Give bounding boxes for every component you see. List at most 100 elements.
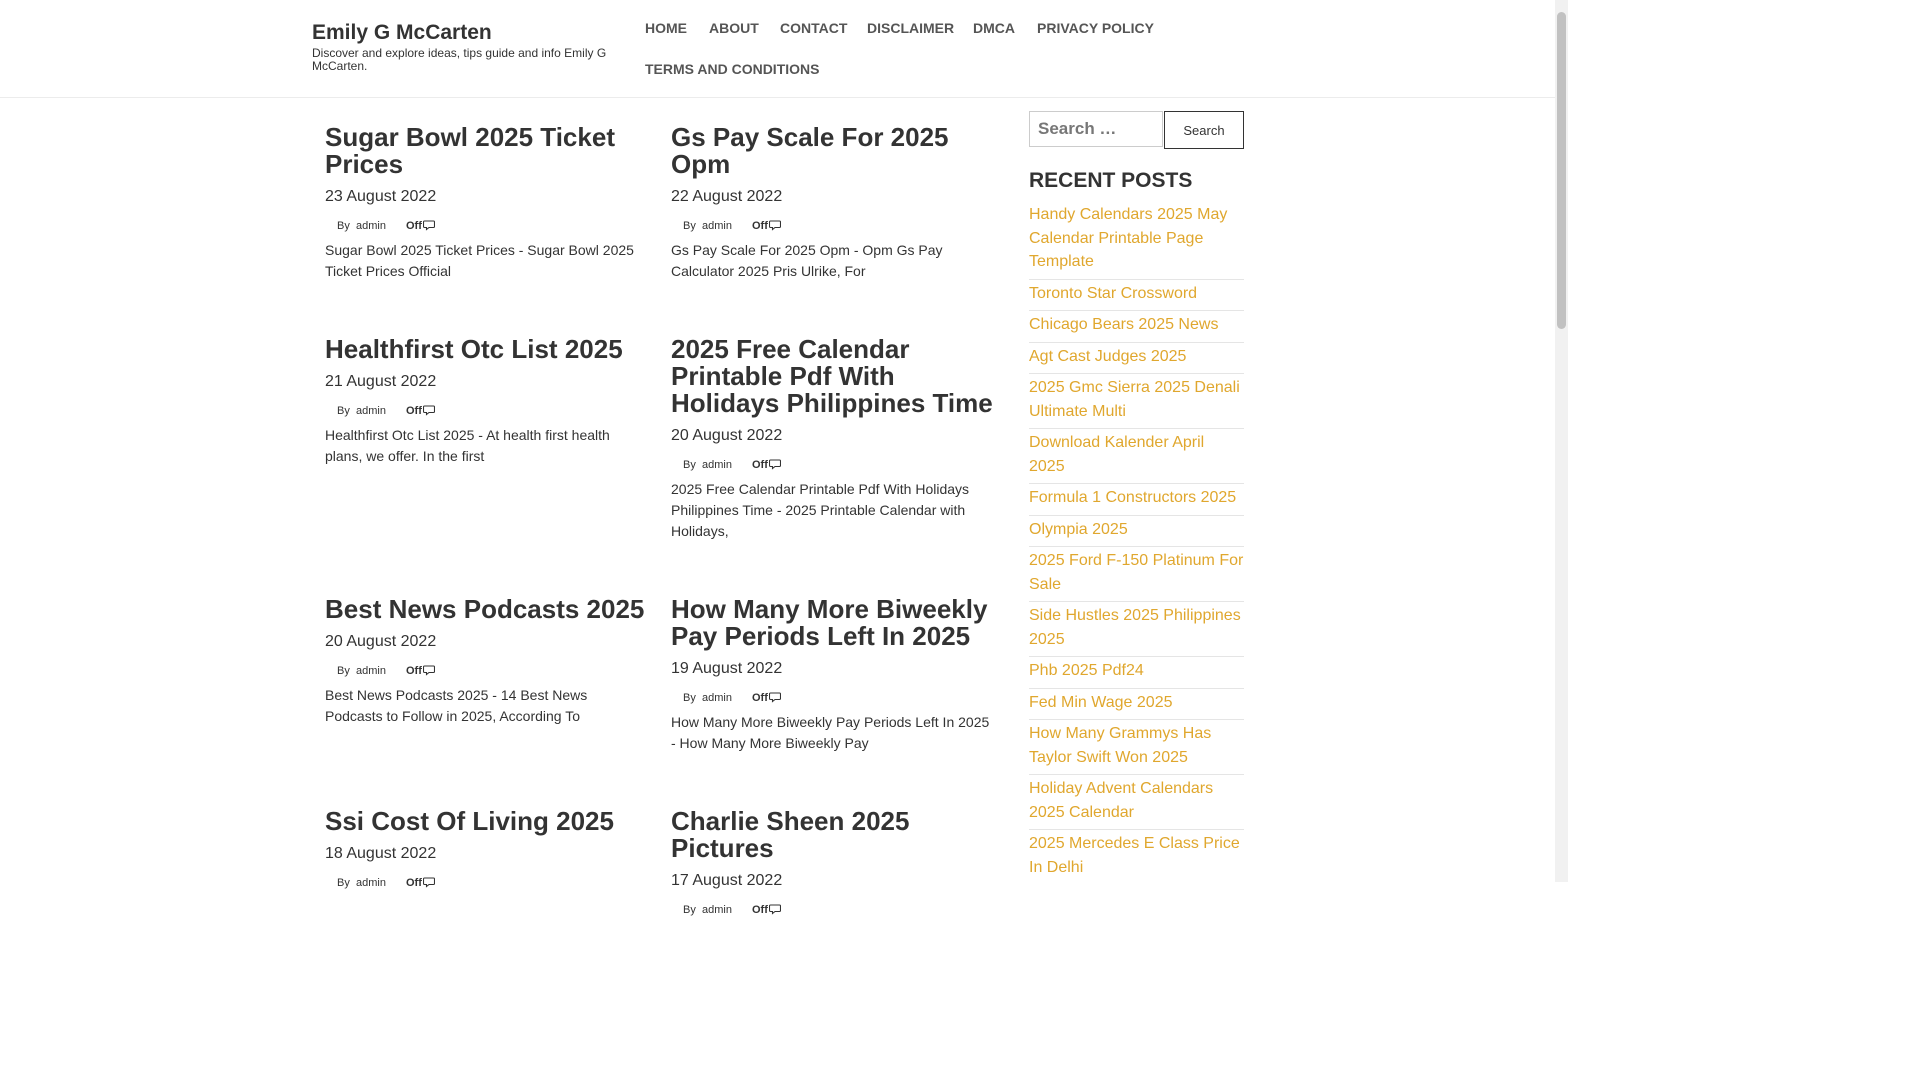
meta-by-label: By (683, 459, 696, 471)
comment-icon (423, 220, 435, 231)
post-meta: By admin Off (671, 692, 993, 708)
post-card: Charlie Sheen 2025 Pictures 17 August 20… (671, 808, 993, 920)
post-title[interactable]: Best News Podcasts 2025 (325, 596, 647, 623)
post-date: 18 August 2022 (325, 845, 437, 862)
post-excerpt: How Many More Biweekly Pay Periods Left … (671, 714, 990, 751)
meta-by-label: By (337, 665, 350, 677)
post-card: Best News Podcasts 2025 20 August 2022 B… (325, 596, 647, 727)
recent-posts-list: Handy Calendars 2025 May Calendar Printa… (1029, 201, 1244, 884)
post-meta: By admin Off (325, 405, 647, 421)
recent-post-link[interactable]: Chicago Bears 2025 News (1029, 311, 1244, 343)
comments-status: Off (752, 692, 768, 704)
post-date: 22 August 2022 (671, 188, 783, 205)
post-title[interactable]: Sugar Bowl 2025 Ticket Prices (325, 124, 647, 178)
meta-by-label: By (337, 405, 350, 417)
meta-by-label: By (683, 904, 696, 916)
sidebar: Search RECENT POSTS Handy Calendars 2025… (1029, 111, 1244, 884)
post-card: Healthfirst Otc List 2025 21 August 2022… (325, 336, 647, 467)
search-form: Search (1029, 111, 1244, 149)
post-card: Gs Pay Scale For 2025 Opm 22 August 2022… (671, 124, 993, 282)
nav-disclaimer[interactable]: DISCLAIMER (867, 20, 954, 36)
nav-about[interactable]: ABOUT (709, 20, 759, 36)
recent-post-link[interactable]: Agt Cast Judges 2025 (1029, 343, 1244, 374)
post-title[interactable]: Gs Pay Scale For 2025 Opm (671, 124, 993, 178)
recent-post-link[interactable]: 2025 Ford F-150 Platinum For Sale (1029, 547, 1244, 602)
post-title[interactable]: Charlie Sheen 2025 Pictures (671, 808, 993, 862)
comments-status: Off (752, 904, 768, 916)
meta-by-label: By (337, 220, 350, 232)
post-title[interactable]: How Many More Biweekly Pay Periods Left … (671, 596, 993, 650)
meta-by-label: By (683, 692, 696, 704)
scrollbar-thumb[interactable] (1557, 12, 1566, 329)
post-card: How Many More Biweekly Pay Periods Left … (671, 596, 993, 754)
comment-icon (769, 904, 781, 915)
recent-post-link[interactable]: 2025 Mercedes E Class Price In Delhi (1029, 830, 1244, 884)
post-meta: By admin Off (325, 877, 647, 893)
comments-status: Off (406, 877, 422, 889)
comments-status: Off (406, 665, 422, 677)
recent-post-link[interactable]: Holiday Advent Calendars 2025 Calendar (1029, 775, 1244, 830)
nav-dmca[interactable]: DMCA (973, 20, 1015, 36)
recent-post-link[interactable]: Olympia 2025 (1029, 516, 1244, 547)
recent-post-link[interactable]: Phb 2025 Pdf24 (1029, 657, 1244, 689)
post-excerpt: Healthfirst Otc List 2025 - At health fi… (325, 427, 610, 464)
post-date: 20 August 2022 (325, 633, 437, 650)
post-title[interactable]: Ssi Cost Of Living 2025 (325, 808, 647, 835)
post-card: Ssi Cost Of Living 2025 18 August 2022 B… (325, 808, 647, 893)
recent-posts-title: RECENT POSTS (1029, 169, 1193, 192)
post-meta: By admin Off (325, 220, 647, 236)
comment-icon (423, 665, 435, 676)
post-card: Sugar Bowl 2025 Ticket Prices 23 August … (325, 124, 647, 282)
post-excerpt: Best News Podcasts 2025 - 14 Best News P… (325, 687, 588, 724)
post-date: 23 August 2022 (325, 188, 437, 205)
post-author[interactable]: admin (356, 220, 386, 232)
post-author[interactable]: admin (356, 405, 386, 417)
post-date: 21 August 2022 (325, 373, 437, 390)
post-meta: By admin Off (325, 665, 647, 681)
post-author[interactable]: admin (702, 220, 732, 232)
comment-icon (769, 459, 781, 470)
nav-home[interactable]: HOME (645, 20, 687, 36)
post-date: 17 August 2022 (671, 872, 783, 889)
recent-post-link[interactable]: Toronto Star Crossword (1029, 280, 1244, 311)
comments-status: Off (752, 220, 768, 232)
comment-icon (769, 220, 781, 231)
site-description: Discover and explore ideas, tips guide a… (312, 46, 607, 73)
recent-post-link[interactable]: 2025 Gmc Sierra 2025 Denali Ultimate Mul… (1029, 374, 1244, 429)
post-date: 20 August 2022 (671, 427, 783, 444)
comment-icon (769, 692, 781, 703)
post-card: 2025 Free Calendar Printable Pdf With Ho… (671, 336, 993, 542)
recent-post-link[interactable]: Download Kalender April 2025 (1029, 429, 1244, 484)
meta-by-label: By (683, 220, 696, 232)
post-author[interactable]: admin (356, 877, 386, 889)
post-author[interactable]: admin (702, 904, 732, 916)
post-date: 19 August 2022 (671, 660, 783, 677)
site-header: Emily G McCarten Discover and explore id… (0, 0, 1555, 98)
recent-post-link[interactable]: Formula 1 Constructors 2025 (1029, 484, 1244, 516)
post-excerpt: Sugar Bowl 2025 Ticket Prices - Sugar Bo… (325, 242, 634, 279)
nav-contact[interactable]: CONTACT (780, 20, 847, 36)
search-button[interactable]: Search (1164, 111, 1244, 149)
recent-post-link[interactable]: How Many Grammys Has Taylor Swift Won 20… (1029, 720, 1244, 775)
site-title[interactable]: Emily G McCarten (312, 20, 612, 46)
recent-post-link[interactable]: Handy Calendars 2025 May Calendar Printa… (1029, 201, 1244, 280)
post-title[interactable]: Healthfirst Otc List 2025 (325, 336, 647, 363)
meta-by-label: By (337, 877, 350, 889)
page-scrollbar[interactable] (1555, 0, 1568, 882)
nav-privacy-policy[interactable]: PRIVACY POLICY (1037, 20, 1154, 36)
recent-post-link[interactable]: Fed Min Wage 2025 (1029, 689, 1244, 720)
post-author[interactable]: admin (356, 665, 386, 677)
comment-icon (423, 877, 435, 888)
post-meta: By admin Off (671, 904, 993, 920)
post-author[interactable]: admin (702, 459, 732, 471)
site-branding: Emily G McCarten Discover and explore id… (312, 20, 612, 73)
comments-status: Off (406, 220, 422, 232)
post-author[interactable]: admin (702, 692, 732, 704)
post-title[interactable]: 2025 Free Calendar Printable Pdf With Ho… (671, 336, 993, 417)
post-excerpt: 2025 Free Calendar Printable Pdf With Ho… (671, 481, 970, 539)
comments-status: Off (752, 459, 768, 471)
nav-terms-and-conditions[interactable]: TERMS AND CONDITIONS (645, 61, 819, 77)
recent-post-link[interactable]: Side Hustles 2025 Philippines 2025 (1029, 602, 1244, 657)
search-input[interactable] (1029, 111, 1163, 147)
post-excerpt: Gs Pay Scale For 2025 Opm - Opm Gs Pay C… (671, 242, 943, 279)
